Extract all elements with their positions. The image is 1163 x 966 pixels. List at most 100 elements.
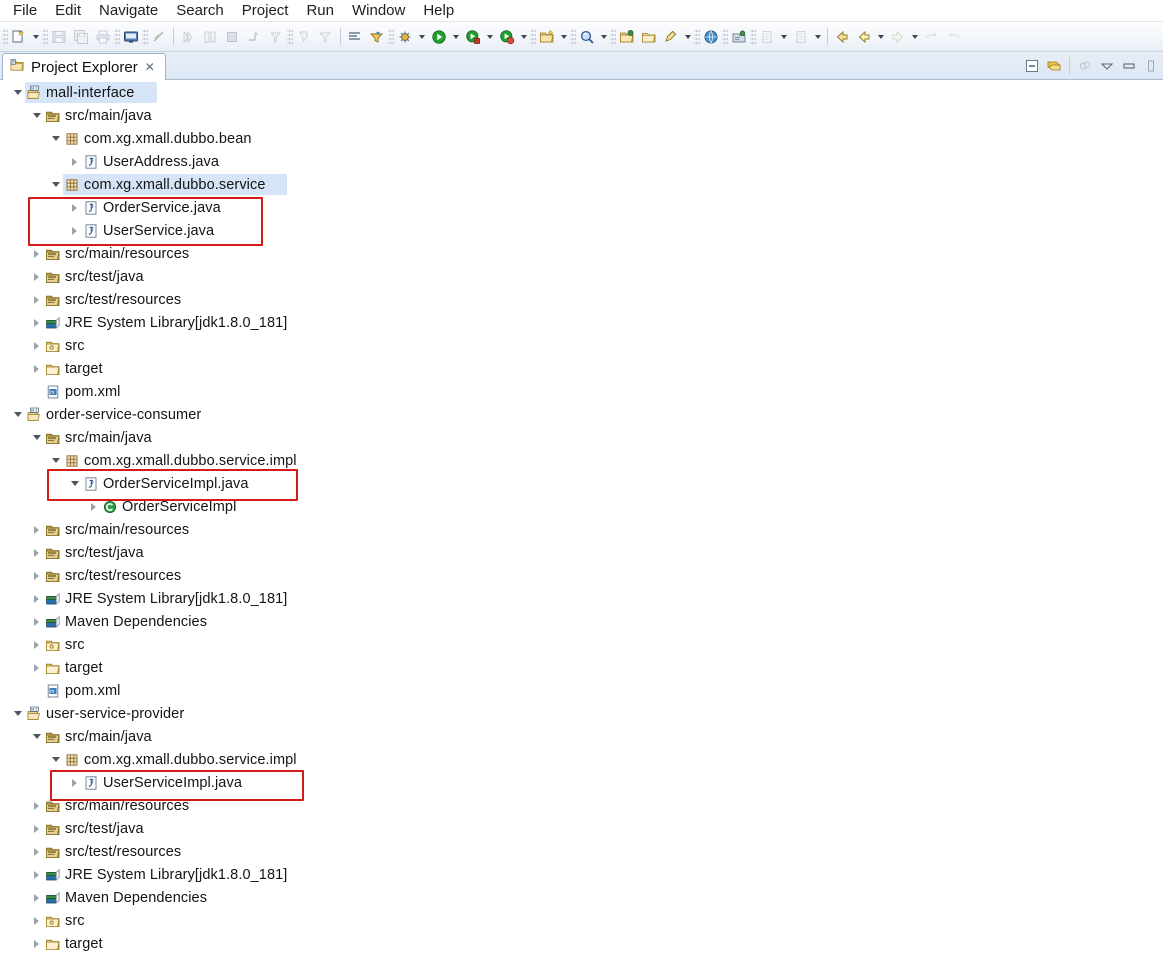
run-external-tools-icon[interactable] (462, 26, 484, 48)
chevron-right-icon[interactable] (29, 886, 44, 909)
dropdown-caret-icon[interactable] (778, 26, 790, 48)
link-with-editor-icon[interactable] (1044, 56, 1064, 76)
chevron-down-icon[interactable] (29, 426, 44, 449)
chevron-right-icon[interactable] (67, 196, 82, 219)
tree-row[interactable]: Maven Dependencies (0, 610, 1163, 633)
coverage-icon[interactable] (366, 26, 388, 48)
tree-row[interactable]: JRE System Library [jdk1.8.0_181] (0, 863, 1163, 886)
new-wizard-icon[interactable] (8, 26, 30, 48)
tree-row[interactable]: M Jmall-interface (0, 81, 1163, 104)
profile-icon[interactable] (496, 26, 518, 48)
tree-row[interactable]: Maven Dependencies (0, 886, 1163, 909)
tree-row[interactable]: src (0, 334, 1163, 357)
dropdown-caret-icon[interactable] (909, 26, 921, 48)
dropdown-caret-icon[interactable] (416, 26, 428, 48)
minimize-icon[interactable] (1119, 56, 1139, 76)
dropdown-caret-icon[interactable] (598, 26, 610, 48)
tree-row[interactable]: OrderService.java (0, 196, 1163, 219)
chevron-right-icon[interactable] (29, 311, 44, 334)
tab-project-explorer[interactable]: Project Explorer ✕ (2, 53, 166, 80)
chevron-right-icon[interactable] (29, 817, 44, 840)
open-task-icon[interactable] (638, 26, 660, 48)
tree-row[interactable]: com.xg.xmall.dubbo.service.impl (0, 449, 1163, 472)
menu-item-project[interactable]: Project (233, 0, 298, 21)
focus-on-active-task-icon[interactable] (1075, 56, 1095, 76)
tree-row[interactable]: target (0, 656, 1163, 679)
dropdown-caret-icon[interactable] (30, 26, 42, 48)
chevron-right-icon[interactable] (29, 265, 44, 288)
chevron-right-icon[interactable] (29, 242, 44, 265)
chevron-right-icon[interactable] (29, 587, 44, 610)
chevron-right-icon[interactable] (67, 771, 82, 794)
chevron-down-icon[interactable] (48, 127, 63, 150)
collapse-all-icon[interactable] (1022, 56, 1042, 76)
chevron-right-icon[interactable] (29, 656, 44, 679)
chevron-right-icon[interactable] (29, 863, 44, 886)
quick-fix-icon[interactable] (660, 26, 682, 48)
tree-row[interactable]: target (0, 932, 1163, 955)
tree-row[interactable]: src/main/java (0, 725, 1163, 748)
open-web-browser-icon[interactable] (700, 26, 722, 48)
debug-icon[interactable] (394, 26, 416, 48)
tree-row[interactable]: src/main/resources (0, 242, 1163, 265)
chevron-right-icon[interactable] (29, 541, 44, 564)
maximize-icon[interactable] (1141, 56, 1161, 76)
search-icon[interactable] (576, 26, 598, 48)
tree-row[interactable]: com.xg.xmall.dubbo.bean (0, 127, 1163, 150)
tree-row[interactable]: com.xg.xmall.dubbo.service.impl (0, 748, 1163, 771)
chevron-down-icon[interactable] (29, 104, 44, 127)
tree-row[interactable]: m pom.xml (0, 679, 1163, 702)
chevron-right-icon[interactable] (29, 840, 44, 863)
tree-row[interactable]: m pom.xml (0, 380, 1163, 403)
close-icon[interactable]: ✕ (144, 61, 156, 73)
chevron-right-icon[interactable] (29, 357, 44, 380)
tree-row[interactable]: UserService.java (0, 219, 1163, 242)
chevron-down-icon[interactable] (29, 725, 44, 748)
tree-row[interactable]: com.xg.xmall.dubbo.service (0, 173, 1163, 196)
chevron-right-icon[interactable] (29, 518, 44, 541)
menu-item-edit[interactable]: Edit (46, 0, 90, 21)
chevron-down-icon[interactable] (67, 472, 82, 495)
tree-row[interactable]: src/test/java (0, 541, 1163, 564)
tree-row[interactable]: target (0, 357, 1163, 380)
chevron-right-icon[interactable] (29, 610, 44, 633)
chevron-right-icon[interactable] (67, 219, 82, 242)
chevron-down-icon[interactable] (48, 748, 63, 771)
dropdown-caret-icon[interactable] (812, 26, 824, 48)
chevron-right-icon[interactable] (29, 334, 44, 357)
dropdown-caret-icon[interactable] (518, 26, 530, 48)
chevron-right-icon[interactable] (67, 150, 82, 173)
dropdown-caret-icon[interactable] (682, 26, 694, 48)
tree-row[interactable]: src/main/resources (0, 518, 1163, 541)
menu-item-file[interactable]: File (4, 0, 46, 21)
dropdown-caret-icon[interactable] (450, 26, 462, 48)
tree-row[interactable]: src (0, 909, 1163, 932)
back-icon[interactable] (831, 26, 853, 48)
tree-row[interactable]: src/test/resources (0, 564, 1163, 587)
chevron-right-icon[interactable] (29, 564, 44, 587)
chevron-down-icon[interactable] (10, 81, 25, 104)
tree-row[interactable]: OrderServiceImpl (0, 495, 1163, 518)
chevron-down-icon[interactable] (10, 702, 25, 725)
menu-item-window[interactable]: Window (343, 0, 414, 21)
tree-row[interactable]: OrderServiceImpl.java (0, 472, 1163, 495)
view-menu-icon[interactable] (1097, 56, 1117, 76)
new-java-project-icon[interactable] (536, 26, 558, 48)
skip-breakpoints-icon[interactable] (344, 26, 366, 48)
project-explorer-tree[interactable]: M Jmall-interface src/main/java com.xg.xmal… (0, 80, 1163, 960)
tree-row[interactable]: JRE System Library [jdk1.8.0_181] (0, 311, 1163, 334)
tree-row[interactable]: src/test/java (0, 817, 1163, 840)
dropdown-caret-icon[interactable] (484, 26, 496, 48)
previous-edit-icon[interactable] (853, 26, 875, 48)
tree-row[interactable]: M Juser-service-provider (0, 702, 1163, 725)
menu-item-help[interactable]: Help (414, 0, 463, 21)
tree-row[interactable]: src (0, 633, 1163, 656)
tree-row[interactable]: src/main/resources (0, 794, 1163, 817)
chevron-right-icon[interactable] (29, 794, 44, 817)
console-icon[interactable] (120, 26, 142, 48)
chevron-right-icon[interactable] (29, 288, 44, 311)
tree-row[interactable]: UserServiceImpl.java (0, 771, 1163, 794)
tree-row[interactable]: JRE System Library [jdk1.8.0_181] (0, 587, 1163, 610)
run-icon[interactable] (428, 26, 450, 48)
open-type-icon[interactable] (616, 26, 638, 48)
